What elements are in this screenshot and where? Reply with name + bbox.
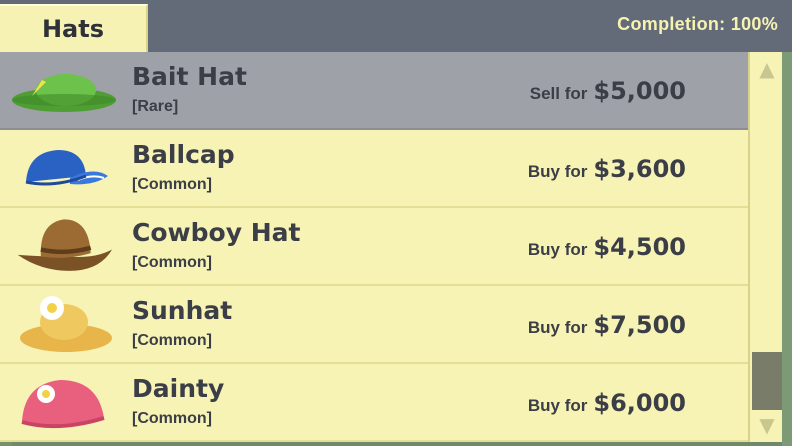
item-rarity: [Rare] <box>132 98 179 115</box>
completion-status: Completion: 100% <box>617 14 778 34</box>
item-rarity: [Common] <box>132 332 212 349</box>
list-item[interactable]: Bait Hat [Rare] Sell for $5,000 <box>0 52 748 130</box>
hat-list: Bait Hat [Rare] Sell for $5,000 Ballcap … <box>0 52 748 446</box>
ballcap-icon <box>25 150 108 186</box>
flower-icon <box>37 385 55 403</box>
down-arrow-icon[interactable]: ▼ <box>754 412 780 438</box>
item-rarity: [Common] <box>132 410 212 427</box>
item-price: $3,600 <box>593 155 686 183</box>
item-price: $4,500 <box>593 233 686 261</box>
background-scenery <box>782 52 792 446</box>
buy-button[interactable]: Buy for $6,000 <box>528 389 686 417</box>
scrollbar[interactable]: ▲ ▼ <box>748 52 782 442</box>
action-label: Buy for <box>527 162 588 181</box>
sell-button[interactable]: Sell for $5,000 <box>530 77 686 105</box>
tab-hats[interactable]: Hats <box>0 4 148 52</box>
green-hat-icon <box>12 74 116 112</box>
list-item[interactable]: Sunhat [Common] Buy for $7,500 <box>0 286 748 364</box>
item-price: $5,000 <box>593 77 686 105</box>
item-name: Cowboy Hat <box>132 218 301 247</box>
list-item[interactable]: Dainty [Common] Buy for $6,000 <box>0 364 748 442</box>
item-name: Sunhat <box>132 296 233 325</box>
up-arrow-icon[interactable]: ▲ <box>754 56 780 82</box>
item-name: Ballcap <box>132 140 235 169</box>
item-rarity: [Common] <box>132 176 212 193</box>
cowboy-hat-icon <box>17 219 112 271</box>
buy-button[interactable]: Buy for $3,600 <box>528 155 686 183</box>
buy-button[interactable]: Buy for $7,500 <box>528 311 686 339</box>
action-label: Sell for <box>529 84 588 103</box>
header-bar: Hats Completion: 100% <box>0 0 792 52</box>
flower-icon <box>40 296 64 320</box>
action-label: Buy for <box>527 240 588 259</box>
scroll-thumb[interactable] <box>752 352 782 410</box>
list-item[interactable]: Ballcap [Common] Buy for $3,600 <box>0 130 748 208</box>
item-price: $6,000 <box>593 389 686 417</box>
sunhat-icon <box>20 296 112 352</box>
action-label: Buy for <box>527 396 588 415</box>
item-price: $7,500 <box>593 311 686 339</box>
item-name: Bait Hat <box>132 62 247 91</box>
action-label: Buy for <box>527 318 588 337</box>
item-rarity: [Common] <box>132 254 212 271</box>
list-item[interactable]: Cowboy Hat [Common] Buy for $4,500 <box>0 208 748 286</box>
item-name: Dainty <box>132 374 225 403</box>
dainty-hat-icon <box>21 380 105 429</box>
buy-button[interactable]: Buy for $4,500 <box>528 233 686 261</box>
